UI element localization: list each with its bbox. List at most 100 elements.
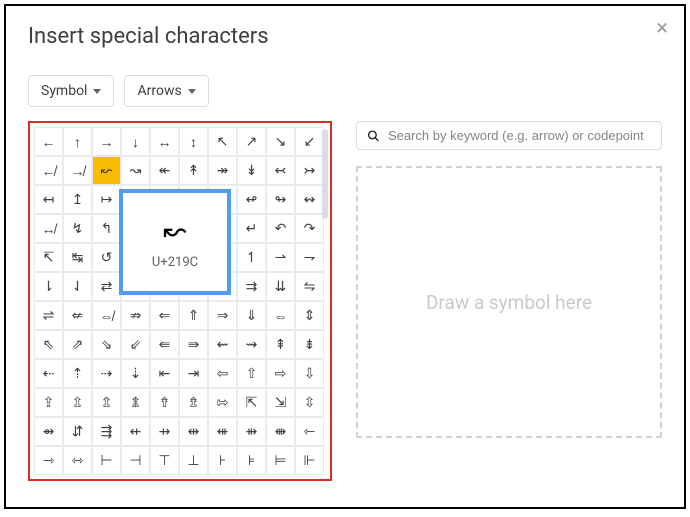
character-cell[interactable]: ↚ [34, 156, 63, 185]
character-cell[interactable]: ⇗ [63, 330, 92, 359]
character-cell[interactable]: ⇖ [34, 330, 63, 359]
character-cell[interactable]: ↙ [295, 127, 324, 156]
character-cell[interactable]: ↫ [237, 185, 266, 214]
character-cell[interactable]: ⇊ [266, 272, 295, 301]
character-cell[interactable]: ← [34, 127, 63, 156]
character-cell[interactable]: ⊩ [295, 446, 324, 475]
character-cell[interactable]: ⇠ [34, 359, 63, 388]
character-cell[interactable]: ⇛ [179, 330, 208, 359]
character-cell[interactable]: ↣ [295, 156, 324, 185]
subcategory-dropdown[interactable]: Arrows [124, 75, 208, 107]
character-cell[interactable]: ↹ [63, 243, 92, 272]
category-dropdown[interactable]: Symbol [28, 75, 114, 107]
character-cell[interactable]: ↕ [179, 127, 208, 156]
character-cell[interactable]: ⊨ [266, 446, 295, 475]
character-cell[interactable]: ↓ [121, 127, 150, 156]
character-cell[interactable]: ⇾ [34, 446, 63, 475]
character-cell[interactable]: ⇱ [237, 388, 266, 417]
character-cell[interactable]: ⊤ [150, 446, 179, 475]
character-cell[interactable]: ↦ [92, 185, 121, 214]
character-cell[interactable]: ⇃ [63, 272, 92, 301]
character-cell[interactable]: ⇁ [295, 243, 324, 272]
character-cell[interactable]: ↖ [208, 127, 237, 156]
character-cell[interactable]: ⇬ [92, 388, 121, 417]
character-cell[interactable]: ↥ [63, 185, 92, 214]
character-cell[interactable]: ⇙ [121, 330, 150, 359]
character-cell[interactable]: ⇭ [121, 388, 150, 417]
search-box[interactable] [356, 121, 662, 150]
character-cell[interactable]: ⇪ [34, 388, 63, 417]
character-cell[interactable]: ⇳ [295, 388, 324, 417]
character-cell[interactable]: ⇵ [63, 417, 92, 446]
character-cell[interactable]: → [92, 127, 121, 156]
character-cell[interactable]: ⇕ [295, 301, 324, 330]
character-cell[interactable]: ⇼ [266, 417, 295, 446]
character-cell[interactable]: ↜ [92, 156, 121, 185]
character-cell[interactable]: ⇫ [63, 388, 92, 417]
character-cell[interactable]: ⇏ [121, 301, 150, 330]
character-cell[interactable]: ⇒ [208, 301, 237, 330]
character-cell[interactable]: ↝ [121, 156, 150, 185]
character-cell[interactable]: ⇚ [150, 330, 179, 359]
character-cell[interactable]: ⇻ [237, 417, 266, 446]
character-cell[interactable]: ↔ [150, 127, 179, 156]
character-cell[interactable]: ⊢ [92, 446, 121, 475]
character-cell[interactable]: ↷ [295, 214, 324, 243]
character-cell[interactable]: ⇤ [150, 359, 179, 388]
character-cell[interactable]: ↺ [92, 243, 121, 272]
character-cell[interactable]: ↵ [237, 214, 266, 243]
character-cell[interactable]: ↤ [34, 185, 63, 214]
character-cell[interactable]: ⊦ [208, 446, 237, 475]
character-cell[interactable]: ⇞ [266, 330, 295, 359]
character-cell[interactable]: ↞ [150, 156, 179, 185]
character-cell[interactable]: ⇥ [179, 359, 208, 388]
character-cell[interactable]: ↗ [237, 127, 266, 156]
character-cell[interactable]: ⇿ [63, 446, 92, 475]
character-cell[interactable]: ↮ [34, 214, 63, 243]
character-cell[interactable]: ⇴ [34, 417, 63, 446]
character-cell[interactable]: ⇉ [237, 272, 266, 301]
draw-canvas[interactable]: Draw a symbol here [356, 166, 662, 438]
character-cell[interactable]: ⇹ [179, 417, 208, 446]
character-cell[interactable]: ↰ [92, 214, 121, 243]
character-cell[interactable]: ⇲ [266, 388, 295, 417]
character-cell[interactable]: ⊣ [121, 446, 150, 475]
character-cell[interactable]: ⇝ [237, 330, 266, 359]
character-cell[interactable]: ↑ [63, 127, 92, 156]
character-cell[interactable]: ⇋ [295, 272, 324, 301]
character-cell[interactable]: ⇡ [63, 359, 92, 388]
character-cell[interactable]: ⇩ [295, 359, 324, 388]
character-cell[interactable]: ⊧ [237, 446, 266, 475]
character-cell[interactable]: ↭ [295, 185, 324, 214]
character-cell[interactable]: ↯ [63, 214, 92, 243]
character-cell[interactable]: ⊥ [179, 446, 208, 475]
character-cell[interactable]: ↘ [266, 127, 295, 156]
character-cell[interactable]: ⇦ [208, 359, 237, 388]
character-cell[interactable]: ⇺ [208, 417, 237, 446]
character-cell[interactable]: ⇐ [150, 301, 179, 330]
scrollbar[interactable] [322, 129, 328, 219]
character-cell[interactable]: ⇂ [34, 272, 63, 301]
character-cell[interactable]: ⇓ [237, 301, 266, 330]
character-cell[interactable]: ⇸ [150, 417, 179, 446]
character-cell[interactable]: ⇍ [63, 301, 92, 330]
character-cell[interactable]: ⇨ [266, 359, 295, 388]
character-cell[interactable]: ⇀ [266, 243, 295, 272]
character-cell[interactable]: ⇔ [266, 301, 295, 330]
close-icon[interactable]: × [656, 18, 668, 40]
character-cell[interactable]: ↸ [34, 243, 63, 272]
character-cell[interactable]: ⇘ [92, 330, 121, 359]
character-cell[interactable]: ↟ [179, 156, 208, 185]
character-cell[interactable]: ⇽ [295, 417, 324, 446]
character-cell[interactable]: ⇶ [92, 417, 121, 446]
character-cell[interactable]: ↶ [266, 214, 295, 243]
character-cell[interactable]: ↠ [208, 156, 237, 185]
character-cell[interactable]: ⇮ [150, 388, 179, 417]
character-cell[interactable]: ⇣ [121, 359, 150, 388]
character-cell[interactable]: ↬ [266, 185, 295, 214]
search-input[interactable] [388, 128, 651, 143]
character-cell[interactable]: ↢ [266, 156, 295, 185]
character-cell[interactable]: ⇎ [92, 301, 121, 330]
character-cell[interactable]: ⇌ [34, 301, 63, 330]
character-cell[interactable]: ⇜ [208, 330, 237, 359]
